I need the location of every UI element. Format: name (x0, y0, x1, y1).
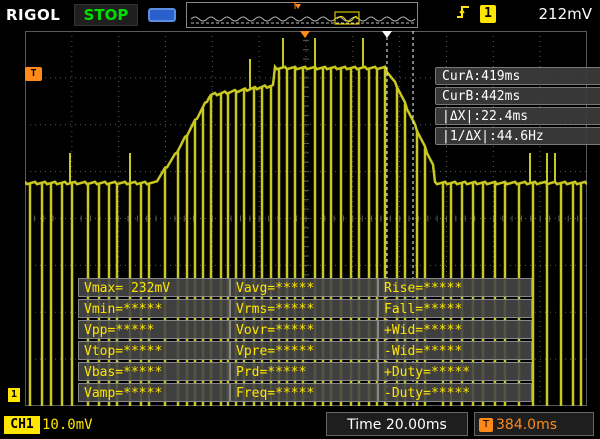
meas-pos-duty: +Duty=***** (378, 362, 532, 381)
channel1-ground-marker[interactable]: 1 (8, 388, 20, 402)
bottom-status-bar: CH1 10.0mV Time 20.00ms T 384.0ms (0, 408, 600, 439)
cursor-inverse-delta-readout: |1/ΔX|:44.6Hz (435, 127, 600, 145)
meas-prd: Prd=***** (230, 362, 378, 381)
meas-vovr: Vovr=***** (230, 320, 378, 339)
cursor-a-readout: CurA:419ms (435, 67, 600, 85)
waveform-memory-strip: T (186, 1, 418, 28)
trigger-offset-readout[interactable]: T 384.0ms (474, 412, 594, 436)
meas-vamp: Vamp=***** (78, 383, 230, 402)
meas-vtop: Vtop=***** (78, 341, 230, 360)
meas-vavg: Vavg=***** (230, 278, 378, 297)
brand-logo: RIGOL (6, 6, 61, 24)
cursor-delta-readout: |ΔX|:22.4ms (435, 107, 600, 125)
memory-depth-icon (148, 8, 176, 22)
meas-rise: Rise=***** (378, 278, 532, 297)
meas-neg-width: -Wid=***** (378, 341, 532, 360)
trigger-offset-value: 384.0ms (496, 417, 558, 433)
trigger-level-marker[interactable]: T (25, 67, 42, 81)
channel1-label[interactable]: CH1 (4, 416, 40, 434)
memory-trigger-label: T (292, 1, 299, 12)
top-status-bar: RIGOL STOP T 1 212mV (0, 0, 600, 30)
trigger-source-badge[interactable]: 1 (480, 5, 496, 23)
meas-pos-width: +Wid=***** (378, 320, 532, 339)
timebase-readout[interactable]: Time 20.00ms (326, 412, 468, 436)
meas-vmin: Vmin=***** (78, 299, 230, 318)
meas-vpp: Vpp=***** (78, 320, 230, 339)
rising-edge-trigger-icon[interactable] (452, 4, 474, 24)
meas-neg-duty: -Duty=***** (378, 383, 532, 402)
run-stop-indicator[interactable]: STOP (74, 4, 138, 26)
meas-fall: Fall=***** (378, 299, 532, 318)
memory-strip-graphic (190, 4, 416, 25)
meas-vbas: Vbas=***** (78, 362, 230, 381)
trigger-level-readout: 212mV (538, 5, 592, 23)
meas-freq: Freq=***** (230, 383, 378, 402)
cursor-b-readout: CurB:442ms (435, 87, 600, 105)
meas-vrms: Vrms=***** (230, 299, 378, 318)
meas-vpre: Vpre=***** (230, 341, 378, 360)
cursor-readout-panel: CurA:419ms CurB:442ms |ΔX|:22.4ms |1/ΔX|… (435, 67, 600, 147)
meas-vmax: Vmax= 232mV (78, 278, 230, 297)
measurement-panel: Vmax= 232mV Vmin=***** Vpp=***** Vtop=**… (78, 278, 534, 404)
channel1-scale-readout: 10.0mV (42, 417, 93, 433)
trigger-offset-icon: T (479, 418, 493, 432)
